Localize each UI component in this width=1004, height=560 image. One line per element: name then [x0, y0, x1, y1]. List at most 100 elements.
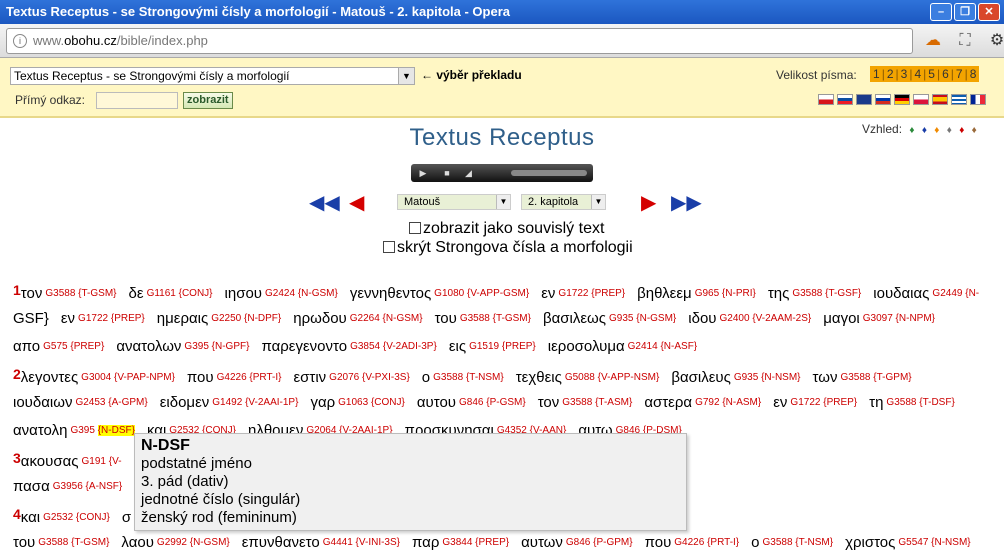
font-size-option[interactable]: 8 — [968, 67, 979, 81]
strong-number[interactable]: G5088 {V-APP-NSM} — [565, 372, 660, 383]
strong-number[interactable]: G191 {V- — [82, 456, 122, 467]
theme-gray-icon[interactable]: ♦ — [947, 125, 952, 136]
hide-strong-option[interactable]: skrýt Strongova čísla a morfologii — [383, 239, 633, 257]
theme-blue-icon[interactable]: ♦ — [922, 125, 927, 136]
strong-number[interactable]: G575 {PREP} — [43, 341, 104, 352]
verse-word[interactable]: ανατολων G395 {N-GPF} — [116, 338, 249, 355]
verse-word[interactable]: χριστος G5547 {N-NSM} — [845, 534, 971, 551]
verse-word[interactable]: ο G3588 {T-NSM} — [422, 369, 504, 386]
verse-word[interactable]: του G3588 {T-GSM} — [13, 534, 109, 551]
strong-number[interactable]: G3588 {T-GSF} — [792, 288, 861, 299]
verse-word[interactable]: λαου G2992 {N-GSM} — [121, 534, 229, 551]
strong-number[interactable]: G5547 {N-NSM} — [898, 537, 970, 548]
stop-icon[interactable]: ■ — [441, 167, 453, 179]
font-size-option[interactable]: 2 — [885, 67, 896, 81]
verse-word[interactable]: εν G1722 {PREP} — [541, 285, 625, 302]
verse-word[interactable]: τεχθεις G5088 {V-APP-NSM} — [516, 369, 660, 386]
flag-pl-icon[interactable] — [913, 94, 929, 105]
strong-number[interactable]: G846 {P-GSM} — [459, 397, 526, 408]
translation-select[interactable]: Textus Receptus - se Strongovými čísly a… — [10, 67, 415, 85]
font-size-option[interactable]: 1 — [871, 67, 882, 81]
font-size-option[interactable]: 3 — [899, 67, 910, 81]
verse-word[interactable]: σ — [122, 509, 131, 526]
strong-number[interactable]: G1722 {PREP} — [790, 397, 857, 408]
extension-icon[interactable]: ☁ — [922, 30, 944, 52]
verse-word[interactable]: γεννηθεντος G1080 {V-APP-GSM} — [350, 285, 529, 302]
flag-sk-icon[interactable] — [837, 94, 853, 105]
verse-word[interactable]: αυτου G846 {P-GSM} — [417, 394, 526, 411]
verse-word[interactable]: εν G1722 {PREP} — [773, 394, 857, 411]
strong-number[interactable]: G3844 {PREP} — [442, 537, 509, 548]
verse-word[interactable]: του G3588 {T-GSM} — [435, 310, 531, 327]
strong-number[interactable]: G2532 {CONJ} — [43, 512, 110, 523]
verse-word[interactable]: ανατολη G395 {N-DSF} — [13, 422, 135, 439]
verse-word[interactable]: ιουδαιων G2453 {A-GPM} — [13, 394, 148, 411]
verse-word[interactable]: βασιλεως G935 {N-GSM} — [543, 310, 676, 327]
strong-number[interactable]: G935 {N-GSM} — [609, 313, 676, 324]
verse-word[interactable]: επυνθανετο G4441 {V-INI-3S} — [242, 534, 400, 551]
strong-number[interactable]: G3588 {T-NSM} — [433, 372, 504, 383]
strong-number[interactable]: G2453 {A-GPM} — [75, 397, 147, 408]
verse-word[interactable]: GSF} — [13, 310, 49, 327]
site-info-icon[interactable]: i — [13, 34, 27, 48]
verse-word[interactable]: αυτων G846 {P-GPM} — [521, 534, 633, 551]
verse-word[interactable]: ιουδαιας G2449 {N- — [873, 285, 979, 302]
volume-icon[interactable]: ◢ — [465, 167, 505, 179]
strong-number[interactable]: G3588 {T-GPM} — [840, 372, 911, 383]
strong-number[interactable]: G2449 {N- — [932, 288, 979, 299]
user-icon[interactable]: ⛶ — [954, 30, 976, 52]
strong-number[interactable]: G965 {N-PRI} — [695, 288, 756, 299]
strong-number[interactable]: G935 {N-NSM} — [734, 372, 801, 383]
strong-number[interactable]: G4441 {V-INI-3S} — [323, 537, 400, 548]
verse-word[interactable]: 2λεγοντες G3004 {V-PAP-NPM} — [13, 366, 175, 386]
strong-number[interactable]: G1722 {PREP} — [558, 288, 625, 299]
address-bar[interactable]: i www.obohu.cz/bible/index.php — [6, 28, 913, 54]
strong-number[interactable]: G846 {P-GPM} — [566, 537, 633, 548]
font-size-option[interactable]: 6 — [940, 67, 951, 81]
font-size-option[interactable]: 7 — [954, 67, 965, 81]
strong-number[interactable]: G3854 {V-2ADI-3P} — [350, 341, 437, 352]
strong-number[interactable]: G1519 {PREP} — [469, 341, 536, 352]
strong-number[interactable]: G1492 {V-2AAI-1P} — [212, 397, 298, 408]
font-size-option[interactable]: 4 — [912, 67, 923, 81]
play-icon[interactable]: ▶ — [417, 167, 429, 179]
prev-icon[interactable]: ◀ — [349, 192, 364, 214]
strong-number[interactable]: G3588 {T-ASM} — [562, 397, 632, 408]
strong-number[interactable]: G3956 {A-NSF} — [53, 481, 122, 492]
strong-number[interactable]: G1063 {CONJ} — [338, 397, 405, 408]
maximize-button[interactable]: ❐ — [954, 3, 976, 21]
strong-number[interactable]: G3588 {T-GSM} — [38, 537, 109, 548]
direct-link-input[interactable] — [96, 92, 178, 109]
verse-word[interactable]: ημεραις G2250 {N-DPF} — [157, 310, 282, 327]
strong-number[interactable]: G2414 {N-ASF} — [628, 341, 697, 352]
verse-word[interactable]: μαγοι G3097 {N-NPM} — [823, 310, 935, 327]
verse-word[interactable]: παρ G3844 {PREP} — [412, 534, 509, 551]
font-size-option[interactable]: 5 — [926, 67, 937, 81]
strong-number[interactable]: G3097 {N-NPM} — [863, 313, 935, 324]
verse-word[interactable]: γαρ G1063 {CONJ} — [310, 394, 404, 411]
last-icon[interactable]: ▶▶ — [671, 192, 702, 214]
chapter-select[interactable]: 2. kapitola ▼ — [521, 194, 606, 210]
verse-word[interactable]: αστερα G792 {N-ASM} — [644, 394, 761, 411]
first-icon[interactable]: ◀◀ — [309, 192, 340, 214]
chevron-down-icon[interactable]: ▼ — [398, 68, 414, 84]
book-select[interactable]: Matouš ▼ — [397, 194, 511, 210]
flag-uk-icon[interactable] — [856, 94, 872, 105]
verse-word[interactable]: που G4226 {PRT-I} — [645, 534, 740, 551]
verse-word[interactable]: βηθλεεμ G965 {N-PRI} — [637, 285, 756, 302]
strong-number[interactable]: G3588 {T-DSF} — [886, 397, 954, 408]
flag-gr-icon[interactable] — [951, 94, 967, 105]
strong-number[interactable]: G792 {N-ASM} — [695, 397, 761, 408]
strong-number[interactable]: G395 {N-GPF} — [184, 341, 249, 352]
flag-fr-icon[interactable] — [970, 94, 986, 105]
menu-icon[interactable]: ⚙ — [986, 30, 1004, 52]
verse-word[interactable]: 4και G2532 {CONJ} — [13, 506, 110, 526]
strong-number[interactable]: G3588 {T-GSM} — [45, 288, 116, 299]
verse-word[interactable]: των G3588 {T-GPM} — [813, 369, 912, 386]
show-button[interactable]: zobrazit — [183, 92, 233, 109]
verse-word[interactable]: ηρωδου G2264 {N-GSM} — [293, 310, 422, 327]
verse-word[interactable]: πασα G3956 {A-NSF} — [13, 478, 122, 495]
verse-word[interactable]: εστιν G2076 {V-PXI-3S} — [293, 369, 409, 386]
strong-number[interactable]: G4226 {PRT-I} — [217, 372, 282, 383]
verse-word[interactable]: ο G3588 {T-NSM} — [751, 534, 833, 551]
